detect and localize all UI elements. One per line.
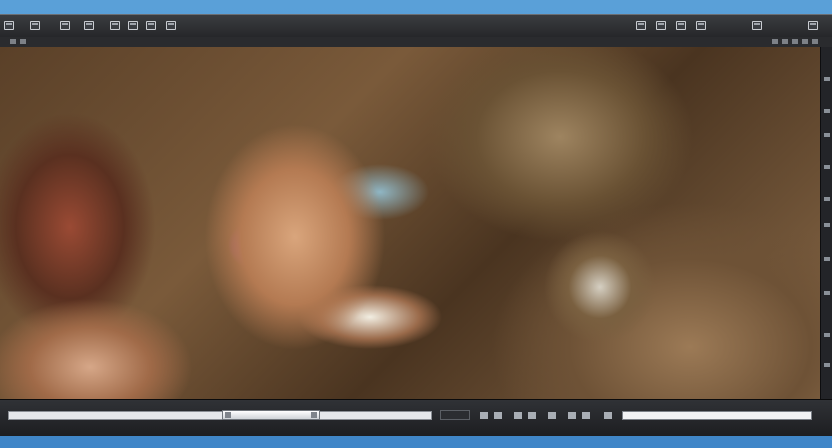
crop-icon[interactable] [128,21,138,30]
bottom-status-bar [0,399,832,436]
close-icon[interactable] [808,21,818,30]
tool-icon[interactable] [824,363,830,367]
small-tool-icon[interactable] [802,39,808,44]
window-icon[interactable] [110,21,120,30]
layers-icon[interactable] [146,21,156,30]
tool-icon[interactable] [824,257,830,261]
nav-icon[interactable] [528,412,536,419]
small-tool-icon[interactable] [772,39,778,44]
scrollbar-thumb[interactable] [222,410,320,420]
tool-icon[interactable] [824,77,830,81]
folder-icon[interactable] [60,21,70,30]
view-icon[interactable] [568,412,576,419]
expand-icon[interactable] [696,21,706,30]
tool-icon[interactable] [824,133,830,137]
monitor-icon[interactable] [4,21,14,30]
small-tool-icon[interactable] [782,39,788,44]
fullscreen-icon[interactable] [752,21,762,30]
tool-icon[interactable] [824,223,830,227]
film-icon[interactable] [84,21,94,30]
small-tool-icon[interactable] [812,39,818,44]
layout-icon[interactable] [548,412,556,419]
tool-icon[interactable] [824,291,830,295]
small-tool-icon[interactable] [20,39,26,44]
progress-bar [622,411,812,420]
list-icon[interactable] [582,412,590,419]
tool-icon[interactable] [824,197,830,201]
small-tool-icon[interactable] [10,39,16,44]
status-field [440,410,470,420]
image-icon[interactable] [30,21,40,30]
tool-icon[interactable] [824,165,830,169]
image-canvas[interactable] [0,47,820,399]
right-tool-panel [820,47,832,399]
tool-icon[interactable] [824,333,830,337]
tag-icon[interactable] [604,412,612,419]
horizontal-scrollbar[interactable] [8,411,432,420]
app-window [0,14,832,436]
grid-icon[interactable] [636,21,646,30]
page-icon[interactable] [480,412,488,419]
tool-icon[interactable] [824,109,830,113]
zoom-icon[interactable] [656,21,666,30]
top-toolbar [0,15,832,38]
settings-icon[interactable] [676,21,686,30]
lock-icon[interactable] [514,412,522,419]
info-icon[interactable] [494,412,502,419]
panel-icon[interactable] [166,21,176,30]
small-tool-icon[interactable] [792,39,798,44]
